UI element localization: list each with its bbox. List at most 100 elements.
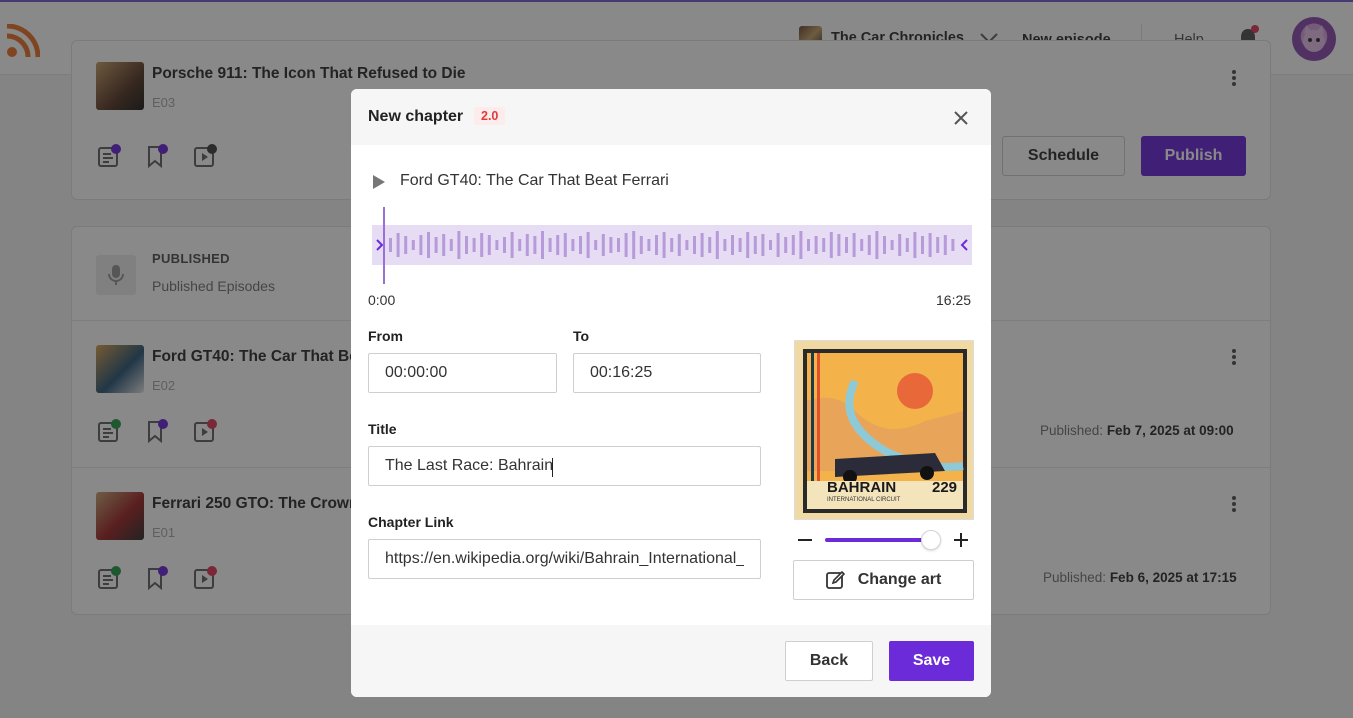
waveform-bar	[837, 234, 841, 256]
waveform-bar	[738, 238, 742, 252]
title-input[interactable]	[368, 446, 761, 486]
waveform-bar	[708, 237, 712, 253]
waveform-bar	[571, 239, 575, 251]
waveform-bar	[769, 240, 772, 250]
waveform-bar	[693, 236, 696, 254]
dialog-title: New chapter	[368, 108, 464, 125]
edit-icon	[825, 570, 845, 589]
waveform-bar	[457, 231, 461, 259]
waveform-bar	[731, 235, 734, 255]
waveform-bar	[594, 240, 598, 250]
art-subtitle: INTERNATIONAL CIRCUIT	[827, 497, 901, 503]
from-input[interactable]	[368, 353, 557, 393]
waveform[interactable]	[372, 225, 972, 265]
title-label: Title	[368, 421, 397, 437]
waveform-bar	[601, 234, 605, 256]
waveform-bar	[799, 231, 803, 259]
waveform-bar	[465, 236, 468, 254]
text-caret	[552, 458, 553, 477]
waveform-bar	[632, 231, 636, 259]
from-label: From	[368, 328, 403, 344]
waveform-bar	[442, 234, 446, 256]
waveform-bar	[647, 239, 651, 251]
waveform-bar	[883, 236, 886, 254]
chapter-link-input[interactable]	[368, 539, 761, 579]
new-chapter-dialog: New chapter 2.0 Ford GT40: The Car That …	[351, 89, 991, 697]
waveform-bar	[556, 235, 560, 255]
waveform-bar	[639, 236, 643, 254]
episode-name: Ford GT40: The Car That Beat Ferrari	[400, 172, 669, 189]
to-input[interactable]	[573, 353, 761, 393]
waveform-bar	[822, 238, 826, 252]
waveform-bar	[936, 237, 940, 253]
waveform-bar	[396, 233, 400, 257]
waveform-bar	[670, 238, 674, 252]
plus-icon[interactable]	[952, 531, 970, 549]
play-icon[interactable]	[372, 174, 386, 190]
waveform-bar	[784, 237, 788, 253]
waveform-bar	[814, 236, 818, 254]
save-button[interactable]: Save	[889, 641, 974, 681]
waveform-bar	[662, 232, 666, 258]
version-badge: 2.0	[474, 107, 506, 125]
waveform-bar	[624, 233, 628, 257]
art-headline: BAHRAIN	[827, 479, 897, 496]
waveform-bar	[875, 231, 879, 259]
waveform-bar	[807, 239, 810, 251]
zoom-slider-thumb[interactable]	[920, 530, 941, 550]
waveform-bar	[480, 233, 484, 257]
waveform-bar	[548, 238, 552, 252]
waveform-bar	[427, 232, 430, 258]
waveform-bar	[791, 235, 795, 255]
chapter-art-image: BAHRAIN 229 INTERNATIONAL CIRCUIT	[794, 340, 974, 520]
playhead[interactable]	[383, 207, 385, 284]
waveform-bar	[586, 232, 590, 258]
waveform-bar	[389, 238, 392, 252]
time-start: 0:00	[368, 292, 396, 308]
waveform-bar	[852, 233, 856, 257]
waveform-bar	[677, 234, 681, 256]
waveform-bar	[449, 239, 453, 251]
back-button[interactable]: Back	[785, 641, 873, 681]
waveform-bar	[563, 233, 567, 257]
waveform-bar	[495, 240, 499, 250]
waveform-bar	[860, 239, 864, 251]
waveform-bar	[609, 237, 613, 253]
waveform-bar	[700, 233, 704, 257]
time-end: 16:25	[936, 292, 972, 308]
waveform-bar	[928, 233, 932, 257]
waveform-bar	[518, 239, 522, 251]
waveform-bar	[685, 240, 689, 250]
waveform-bar	[761, 234, 765, 256]
waveform-bar	[419, 235, 423, 255]
waveform-bar	[890, 240, 894, 250]
waveform-bar	[487, 235, 491, 255]
waveform-bar	[533, 236, 537, 254]
waveform-bar	[411, 240, 415, 250]
waveform-bar	[845, 237, 848, 253]
change-art-button[interactable]: Change art	[793, 560, 974, 600]
waveform-bar	[913, 232, 917, 258]
waveform-bar	[503, 237, 506, 253]
waveform-bar	[579, 236, 582, 254]
waveform-bar	[472, 238, 476, 252]
waveform-bar	[715, 231, 719, 259]
waveform-bar	[776, 233, 780, 257]
zoom-slider-track[interactable]	[825, 538, 931, 542]
dialog-footer: Back Save	[351, 625, 991, 697]
chevron-left-icon	[960, 239, 968, 251]
chapter-link-label: Chapter Link	[368, 514, 454, 530]
close-icon[interactable]	[952, 109, 970, 127]
waveform-bars	[389, 231, 955, 259]
minus-icon[interactable]	[796, 531, 814, 549]
dialog-header: New chapter 2.0	[351, 89, 991, 145]
waveform-bar	[867, 235, 871, 255]
waveform-bar	[898, 234, 902, 256]
to-label: To	[573, 328, 590, 344]
trim-handle-end[interactable]	[958, 225, 972, 265]
change-art-label: Change art	[857, 571, 942, 588]
waveform-bar	[905, 238, 909, 252]
waveform-bar	[525, 234, 529, 256]
waveform-bar	[404, 236, 408, 254]
waveform-bar	[617, 238, 620, 252]
